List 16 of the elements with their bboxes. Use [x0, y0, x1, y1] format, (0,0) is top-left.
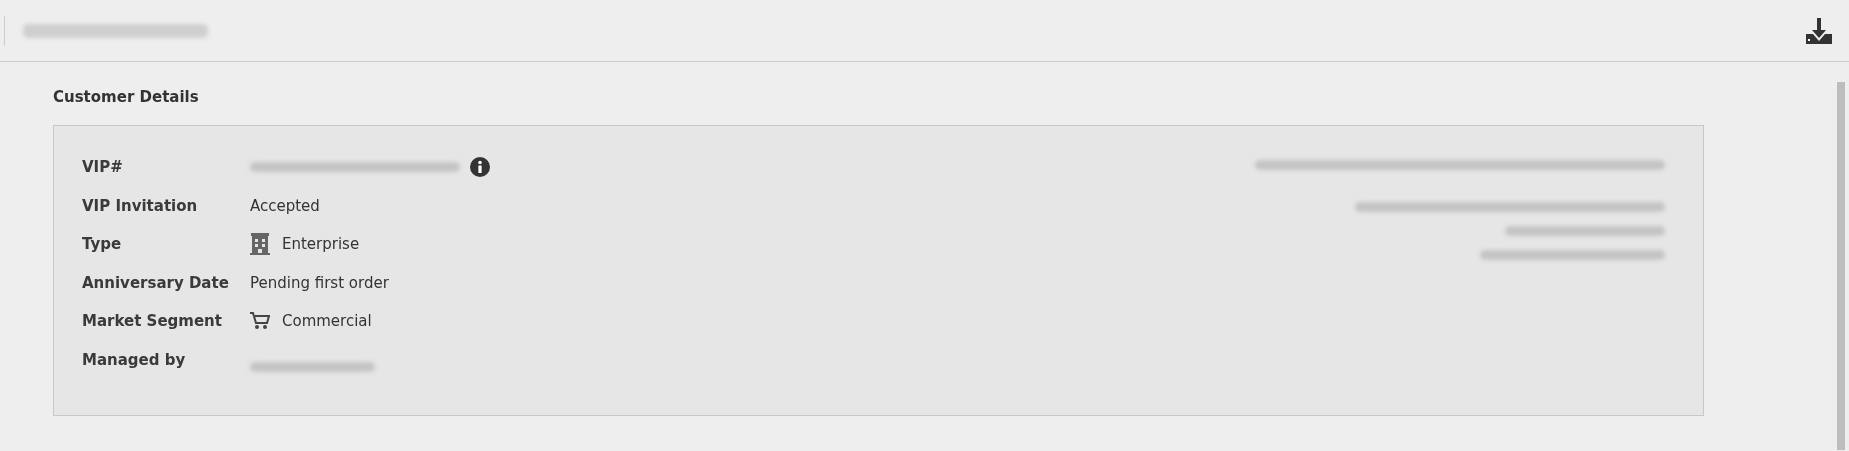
field-value: Commercial — [282, 312, 372, 331]
cart-icon — [250, 312, 270, 331]
scrollbar[interactable] — [1837, 82, 1845, 450]
field-value: Enterprise — [282, 235, 360, 254]
field-label: Anniversary Date — [82, 273, 230, 292]
section-title: Customer Details — [53, 88, 200, 106]
info-icon[interactable] — [470, 157, 490, 178]
field-label: VIP Invitation — [82, 196, 199, 215]
field-value: Pending first order — [250, 273, 389, 292]
field-label: Type — [82, 235, 123, 254]
field-label: VIP# — [82, 158, 124, 177]
field-value: Accepted — [250, 196, 320, 215]
building-icon — [250, 233, 270, 256]
field-label: Managed by — [82, 350, 187, 369]
field-label: Market Segment — [82, 312, 223, 331]
download-icon[interactable] — [1805, 16, 1833, 45]
